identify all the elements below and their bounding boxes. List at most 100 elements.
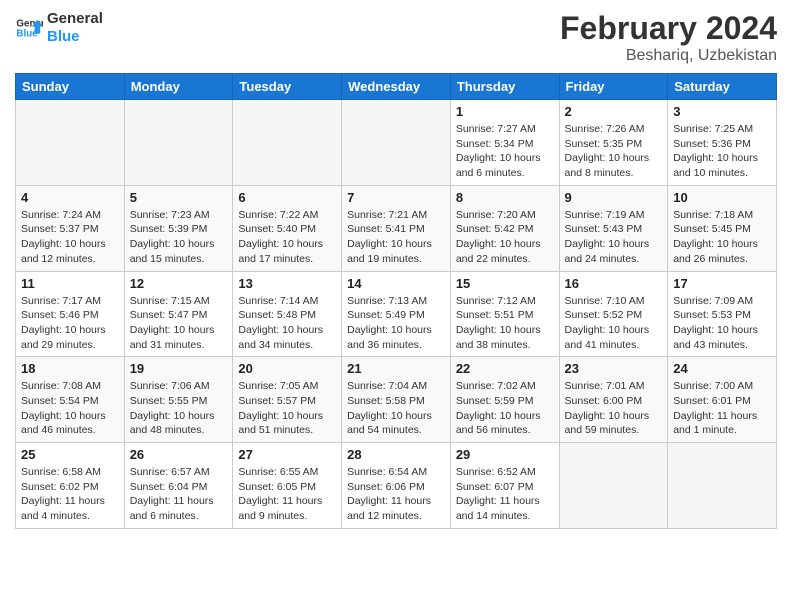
calendar-cell: [233, 100, 342, 186]
day-info: Sunrise: 7:10 AM Sunset: 5:52 PM Dayligh…: [565, 294, 663, 353]
calendar-cell: 29 Sunrise: 6:52 AM Sunset: 6:07 PM Dayli…: [450, 443, 559, 529]
calendar-cell: 8 Sunrise: 7:20 AM Sunset: 5:42 PM Daylig…: [450, 185, 559, 271]
calendar-cell: 14 Sunrise: 7:13 AM Sunset: 5:49 PM Dayli…: [342, 271, 451, 357]
calendar-cell: 16 Sunrise: 7:10 AM Sunset: 5:52 PM Dayli…: [559, 271, 668, 357]
header-sunday: Sunday: [16, 74, 125, 100]
day-number: 13: [238, 276, 336, 291]
calendar-cell: [16, 100, 125, 186]
calendar-cell: [668, 443, 777, 529]
calendar-week-0: 1 Sunrise: 7:27 AM Sunset: 5:34 PM Daylig…: [16, 100, 777, 186]
day-number: 16: [565, 276, 663, 291]
day-number: 28: [347, 447, 445, 462]
day-number: 5: [130, 190, 228, 205]
header-monday: Monday: [124, 74, 233, 100]
calendar-cell: 2 Sunrise: 7:26 AM Sunset: 5:35 PM Daylig…: [559, 100, 668, 186]
logo-icon: General Blue: [15, 14, 43, 42]
day-number: 1: [456, 104, 554, 119]
day-info: Sunrise: 7:15 AM Sunset: 5:47 PM Dayligh…: [130, 294, 228, 353]
day-info: Sunrise: 7:02 AM Sunset: 5:59 PM Dayligh…: [456, 379, 554, 438]
day-number: 26: [130, 447, 228, 462]
day-number: 22: [456, 361, 554, 376]
day-number: 17: [673, 276, 771, 291]
calendar-cell: 23 Sunrise: 7:01 AM Sunset: 6:00 PM Dayli…: [559, 357, 668, 443]
day-number: 3: [673, 104, 771, 119]
day-number: 19: [130, 361, 228, 376]
day-number: 20: [238, 361, 336, 376]
day-info: Sunrise: 7:14 AM Sunset: 5:48 PM Dayligh…: [238, 294, 336, 353]
calendar-cell: 26 Sunrise: 6:57 AM Sunset: 6:04 PM Dayli…: [124, 443, 233, 529]
day-info: Sunrise: 7:00 AM Sunset: 6:01 PM Dayligh…: [673, 379, 771, 438]
calendar-header-row: SundayMondayTuesdayWednesdayThursdayFrid…: [16, 74, 777, 100]
day-number: 27: [238, 447, 336, 462]
logo-blue: Blue: [47, 28, 103, 46]
day-number: 6: [238, 190, 336, 205]
day-number: 23: [565, 361, 663, 376]
calendar-cell: 21 Sunrise: 7:04 AM Sunset: 5:58 PM Dayli…: [342, 357, 451, 443]
calendar-cell: 22 Sunrise: 7:02 AM Sunset: 5:59 PM Dayli…: [450, 357, 559, 443]
day-info: Sunrise: 7:01 AM Sunset: 6:00 PM Dayligh…: [565, 379, 663, 438]
day-info: Sunrise: 7:12 AM Sunset: 5:51 PM Dayligh…: [456, 294, 554, 353]
day-info: Sunrise: 7:21 AM Sunset: 5:41 PM Dayligh…: [347, 208, 445, 267]
day-info: Sunrise: 7:04 AM Sunset: 5:58 PM Dayligh…: [347, 379, 445, 438]
day-number: 2: [565, 104, 663, 119]
calendar-cell: [559, 443, 668, 529]
day-info: Sunrise: 6:52 AM Sunset: 6:07 PM Dayligh…: [456, 465, 554, 524]
calendar-cell: 27 Sunrise: 6:55 AM Sunset: 6:05 PM Dayli…: [233, 443, 342, 529]
day-number: 25: [21, 447, 119, 462]
calendar-cell: 7 Sunrise: 7:21 AM Sunset: 5:41 PM Daylig…: [342, 185, 451, 271]
calendar-cell: 4 Sunrise: 7:24 AM Sunset: 5:37 PM Daylig…: [16, 185, 125, 271]
day-info: Sunrise: 7:19 AM Sunset: 5:43 PM Dayligh…: [565, 208, 663, 267]
day-number: 8: [456, 190, 554, 205]
calendar-cell: 3Sunrise: 7:25 AM Sunset: 5:36 PM Daylig…: [668, 100, 777, 186]
day-number: 21: [347, 361, 445, 376]
calendar-cell: 19 Sunrise: 7:06 AM Sunset: 5:55 PM Dayli…: [124, 357, 233, 443]
header-friday: Friday: [559, 74, 668, 100]
day-info: Sunrise: 6:55 AM Sunset: 6:05 PM Dayligh…: [238, 465, 336, 524]
calendar-table: SundayMondayTuesdayWednesdayThursdayFrid…: [15, 73, 777, 529]
header-thursday: Thursday: [450, 74, 559, 100]
calendar-week-2: 11Sunrise: 7:17 AM Sunset: 5:46 PM Dayli…: [16, 271, 777, 357]
logo: General Blue General Blue: [15, 10, 103, 46]
calendar-cell: 10Sunrise: 7:18 AM Sunset: 5:45 PM Dayli…: [668, 185, 777, 271]
day-number: 29: [456, 447, 554, 462]
day-info: Sunrise: 7:05 AM Sunset: 5:57 PM Dayligh…: [238, 379, 336, 438]
calendar-cell: [124, 100, 233, 186]
day-info: Sunrise: 7:23 AM Sunset: 5:39 PM Dayligh…: [130, 208, 228, 267]
day-info: Sunrise: 6:57 AM Sunset: 6:04 PM Dayligh…: [130, 465, 228, 524]
calendar-week-1: 4 Sunrise: 7:24 AM Sunset: 5:37 PM Daylig…: [16, 185, 777, 271]
day-info: Sunrise: 7:08 AM Sunset: 5:54 PM Dayligh…: [21, 379, 119, 438]
page-title: February 2024: [560, 10, 777, 47]
title-block: February 2024 Beshariq, Uzbekistan: [560, 10, 777, 65]
calendar-cell: 25Sunrise: 6:58 AM Sunset: 6:02 PM Dayli…: [16, 443, 125, 529]
calendar-cell: 9Sunrise: 7:19 AM Sunset: 5:43 PM Daylig…: [559, 185, 668, 271]
day-info: Sunrise: 7:20 AM Sunset: 5:42 PM Dayligh…: [456, 208, 554, 267]
header-wednesday: Wednesday: [342, 74, 451, 100]
calendar-cell: 18 Sunrise: 7:08 AM Sunset: 5:54 PM Dayli…: [16, 357, 125, 443]
day-info: Sunrise: 7:24 AM Sunset: 5:37 PM Dayligh…: [21, 208, 119, 267]
day-number: 15: [456, 276, 554, 291]
day-info: Sunrise: 7:13 AM Sunset: 5:49 PM Dayligh…: [347, 294, 445, 353]
calendar-cell: [342, 100, 451, 186]
day-number: 14: [347, 276, 445, 291]
day-info: Sunrise: 7:09 AM Sunset: 5:53 PM Dayligh…: [673, 294, 771, 353]
page-subtitle: Beshariq, Uzbekistan: [560, 47, 777, 65]
day-info: Sunrise: 7:27 AM Sunset: 5:34 PM Dayligh…: [456, 122, 554, 181]
header-tuesday: Tuesday: [233, 74, 342, 100]
day-number: 4: [21, 190, 119, 205]
day-number: 11: [21, 276, 119, 291]
main-container: General Blue General Blue February 2024 …: [0, 0, 792, 539]
day-number: 18: [21, 361, 119, 376]
day-info: Sunrise: 7:22 AM Sunset: 5:40 PM Dayligh…: [238, 208, 336, 267]
calendar-cell: 12Sunrise: 7:15 AM Sunset: 5:47 PM Dayli…: [124, 271, 233, 357]
day-info: Sunrise: 7:06 AM Sunset: 5:55 PM Dayligh…: [130, 379, 228, 438]
calendar-cell: 15 Sunrise: 7:12 AM Sunset: 5:51 PM Dayli…: [450, 271, 559, 357]
calendar-cell: 6 Sunrise: 7:22 AM Sunset: 5:40 PM Daylig…: [233, 185, 342, 271]
day-number: 10: [673, 190, 771, 205]
header-saturday: Saturday: [668, 74, 777, 100]
calendar-cell: 11Sunrise: 7:17 AM Sunset: 5:46 PM Dayli…: [16, 271, 125, 357]
day-info: Sunrise: 6:54 AM Sunset: 6:06 PM Dayligh…: [347, 465, 445, 524]
calendar-week-3: 18 Sunrise: 7:08 AM Sunset: 5:54 PM Dayli…: [16, 357, 777, 443]
header: General Blue General Blue February 2024 …: [15, 10, 777, 65]
day-info: Sunrise: 7:26 AM Sunset: 5:35 PM Dayligh…: [565, 122, 663, 181]
day-number: 7: [347, 190, 445, 205]
